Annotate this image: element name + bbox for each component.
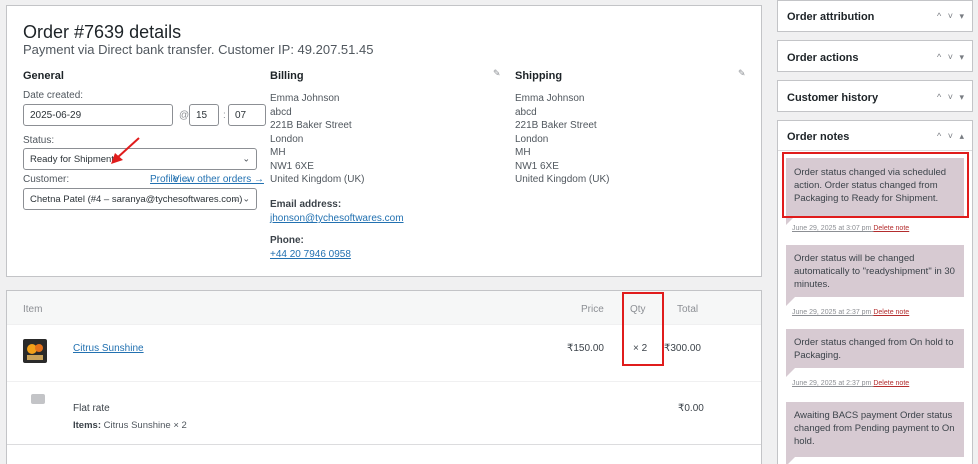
shipping-line: abcd (515, 106, 537, 118)
box-controls-icon[interactable]: ^ ˅ ▾ (937, 11, 966, 22)
note-timestamp: June 29, 2025 at 2:37 pm (792, 309, 872, 316)
shipping-method-name: Flat rate (73, 403, 110, 414)
billing-line: MH (270, 147, 286, 158)
product-thumbnail (23, 339, 47, 363)
shipping-line: MH (515, 147, 531, 158)
order-note: Awaiting BACS payment Order status chang… (786, 402, 964, 457)
shipping-heading: Shipping (515, 70, 563, 82)
note-tail (786, 457, 795, 464)
order-attribution-box[interactable]: Order attribution ^ ˅ ▾ (777, 0, 973, 32)
order-notes-box: Order notes ^ ˅ ▴ Order status changed v… (777, 120, 973, 464)
view-other-orders-link[interactable]: View other orders → (173, 174, 264, 185)
email-label: Email address: (270, 199, 342, 210)
order-actions-title: Order actions (787, 52, 859, 64)
item-column-header: Item (23, 304, 43, 315)
shipping-line: London (515, 133, 549, 145)
customer-value: Chetna Patel (#4 – saranya@tychesoftware… (30, 193, 243, 205)
billing-line: abcd (270, 106, 292, 118)
customer-history-box[interactable]: Customer history ^ ˅ ▾ (777, 80, 973, 112)
chevron-down-icon: ⌄ (242, 153, 250, 164)
order-actions-box[interactable]: Order actions ^ ˅ ▾ (777, 40, 973, 72)
email-link[interactable]: jhonson@tychesoftwares.com (270, 213, 404, 224)
shipping-address: Emma Johnson abcd 221B Baker Street Lond… (515, 92, 609, 187)
billing-line: United Kingdom (UK) (270, 174, 365, 185)
hour-input[interactable]: 15 (189, 104, 219, 126)
customer-label: Customer: (23, 174, 70, 185)
total-column-header: Total (677, 304, 699, 315)
note-highlight-box (782, 152, 969, 218)
product-image-icon (23, 339, 47, 363)
hour-value: 15 (196, 109, 208, 121)
billing-line: London (270, 133, 304, 145)
order-subtitle: Payment via Direct bank transfer. Custom… (23, 42, 374, 57)
order-note: Order status changed from On hold to Pac… (786, 329, 964, 368)
billing-line: Emma Johnson (270, 93, 340, 104)
box-controls-icon[interactable]: ^ ˅ ▾ (937, 92, 966, 103)
note-meta: June 29, 2025 at 2:37 pm Delete note (792, 380, 909, 387)
divider (778, 150, 972, 151)
chevron-down-icon: ⌄ (242, 193, 250, 204)
order-details-panel: Order #7639 details Payment via Direct b… (6, 5, 762, 277)
product-name-link[interactable]: Citrus Sunshine (73, 343, 144, 354)
order-note: Order status will be changed automatical… (786, 245, 964, 297)
product-total: ₹300.00 (664, 343, 701, 354)
shipping-items-label: Items: (73, 420, 101, 431)
table-row: Flat rate Items: Citrus Sunshine × 2 ₹0.… (7, 381, 761, 445)
note-tail (786, 297, 795, 306)
shipping-line: NW1 6XE (515, 160, 559, 172)
date-created-label: Date created: (23, 90, 84, 101)
delete-note-link[interactable]: Delete note (873, 309, 909, 316)
annotation-arrow-icon (111, 137, 140, 164)
order-attribution-title: Order attribution (787, 11, 875, 23)
product-price: ₹150.00 (567, 343, 604, 354)
date-value: 2025-06-29 (30, 109, 82, 121)
at-separator: @ (179, 110, 190, 121)
shipping-items-value: Citrus Sunshine × 2 (103, 420, 187, 431)
minute-value: 07 (235, 109, 247, 121)
shipping-line: 221B Baker Street (515, 120, 597, 131)
box-controls-icon[interactable]: ^ ˅ ▾ (937, 52, 966, 63)
order-notes-title: Order notes (787, 131, 850, 143)
phone-label: Phone: (270, 235, 304, 246)
delete-note-link[interactable]: Delete note (873, 380, 909, 387)
price-column-header: Price (581, 304, 604, 315)
date-created-input[interactable]: 2025-06-29 (23, 104, 173, 126)
shipping-line: Emma Johnson (515, 93, 585, 104)
general-heading: General (23, 70, 64, 82)
minute-input[interactable]: 07 (228, 104, 266, 126)
note-meta: June 29, 2025 at 2:37 pm Delete note (792, 309, 909, 316)
note-text: Awaiting BACS payment Order status chang… (794, 410, 955, 447)
colon-separator: : (223, 110, 226, 121)
billing-heading: Billing (270, 70, 304, 82)
billing-address: Emma Johnson abcd 221B Baker Street Lond… (270, 92, 364, 187)
note-timestamp: June 29, 2025 at 2:37 pm (792, 380, 872, 387)
edit-shipping-pencil-icon[interactable]: ✎ (738, 68, 746, 79)
billing-line: 221B Baker Street (270, 120, 352, 131)
note-timestamp: June 29, 2025 at 3:07 pm (792, 225, 872, 232)
shipping-total: ₹0.00 (678, 403, 704, 414)
note-text: Order status changed from On hold to Pac… (794, 337, 954, 361)
status-value: Ready for Shipment (30, 153, 114, 165)
billing-line: NW1 6XE (270, 160, 314, 172)
phone-link[interactable]: +44 20 7946 0958 (270, 249, 351, 260)
status-label: Status: (23, 135, 55, 146)
order-title: Order #7639 details (23, 22, 182, 42)
note-tail (786, 368, 795, 377)
qty-highlight-box (622, 292, 664, 366)
note-meta: June 29, 2025 at 3:07 pm Delete note (792, 225, 909, 232)
order-items-panel: Item Price Qty Total Citrus Sunshine ₹15… (6, 290, 762, 464)
delete-note-link[interactable]: Delete note (873, 225, 909, 232)
shipping-line: United Kingdom (UK) (515, 174, 610, 185)
box-controls-icon[interactable]: ^ ˅ ▴ (937, 131, 966, 142)
truck-icon (31, 394, 45, 404)
edit-billing-pencil-icon[interactable]: ✎ (493, 68, 501, 79)
customer-select[interactable]: Chetna Patel (#4 – saranya@tychesoftware… (23, 188, 257, 210)
customer-history-title: Customer history (787, 92, 879, 104)
clear-icon[interactable]: × (233, 194, 238, 204)
note-text: Order status will be changed automatical… (794, 253, 955, 290)
